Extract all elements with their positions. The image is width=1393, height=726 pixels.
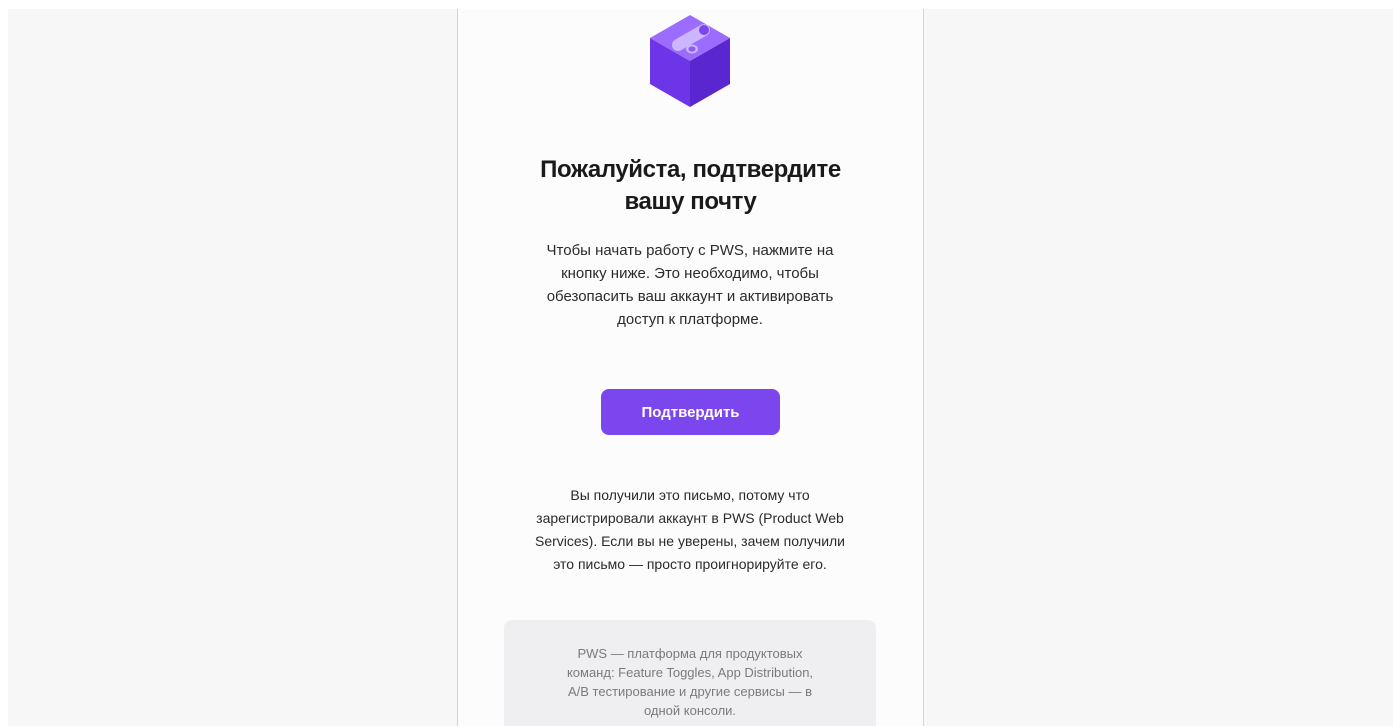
notice-text: Вы получили это письмо, потому что зарег… (498, 484, 882, 576)
footer-line: A/B тестирование и другие сервисы — в (567, 684, 813, 699)
page-title: Пожалуйста, подтвердите вашу почту (458, 154, 923, 218)
footer-line: PWS — платформа для продуктовых (577, 646, 803, 661)
footer-text: PWS — платформа для продуктовых команд: … (504, 644, 876, 720)
notice-line: зарегистрировали аккаунт в PWS (Product … (536, 510, 844, 526)
notice-line: это письмо — просто проигнорируйте его. (553, 556, 827, 572)
email-card: Пожалуйста, подтвердите вашу почту Чтобы… (457, 9, 924, 726)
footer-info-box: PWS — платформа для продуктовых команд: … (504, 620, 876, 726)
purple-toggle-cube-icon (650, 15, 730, 107)
intro-line: доступ к платформе. (617, 311, 763, 328)
intro-line: Чтобы начать работу с PWS, нажмите на (546, 242, 834, 259)
intro-line: кнопку ниже. Это необходимо, чтобы (561, 265, 819, 282)
footer-line: одной консоли. (643, 703, 737, 718)
footer-line: команд: Feature Toggles, App Distributio… (566, 665, 814, 680)
confirm-button[interactable]: Подтвердить (601, 389, 780, 435)
intro-line: обезопасить ваш аккаунт и активировать (546, 288, 834, 305)
notice-line: Вы получили это письмо, потому что (570, 487, 810, 503)
page-title-line-1: Пожалуйста, подтвердите (540, 156, 841, 183)
intro-text: Чтобы начать работу с PWS, нажмите на кн… (518, 239, 862, 331)
page-title-line-2: вашу почту (624, 188, 757, 215)
notice-line: Services). Если вы не уверены, зачем пол… (534, 533, 846, 549)
email-viewport: Пожалуйста, подтвердите вашу почту Чтобы… (8, 9, 1393, 726)
